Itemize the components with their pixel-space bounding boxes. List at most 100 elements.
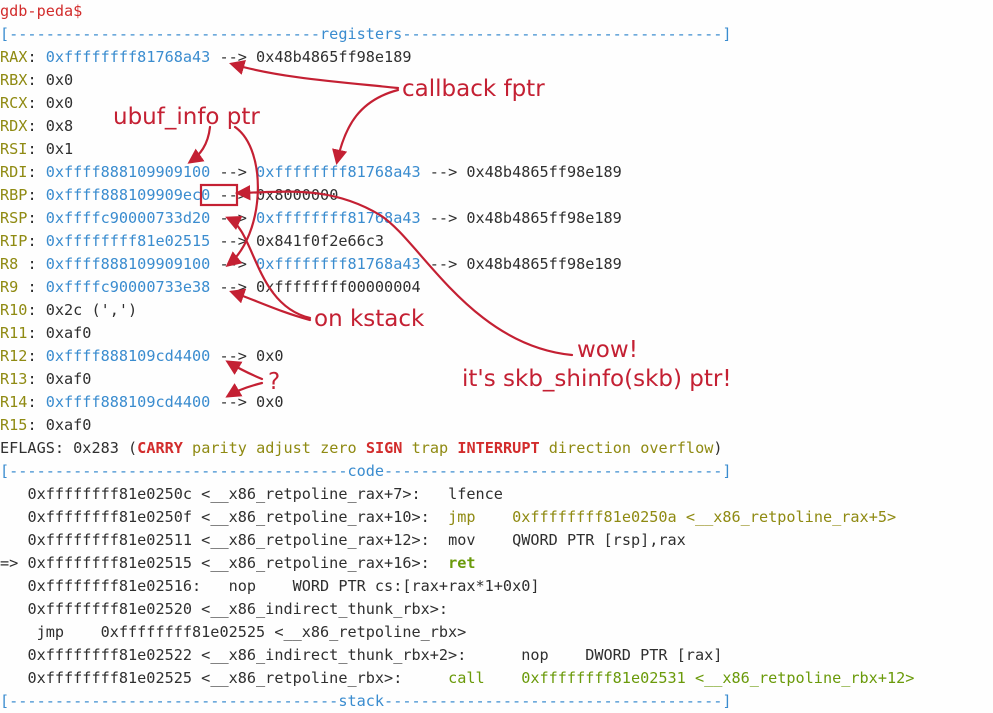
register-value: 0xffffffff81e02515: [45, 232, 211, 250]
register-name: RAX: [0, 48, 28, 66]
register-value: 0xffff888109cd4400: [45, 347, 211, 365]
code-row: 0xffffffff81e0250c <__x86_retpoline_rax+…: [0, 483, 503, 506]
deref-value: 0x841f0f2e66c3: [256, 232, 385, 250]
mnemonic: lfence: [448, 485, 503, 503]
code-row: => 0xffffffff81e02515 <__x86_retpoline_r…: [0, 552, 476, 575]
operands: DWORD PTR [rax]: [548, 646, 723, 664]
code-symbol: <__x86_retpoline_rax+10>:: [192, 508, 430, 526]
register-row-r13: R13: 0xaf0: [0, 370, 92, 388]
ubuf-arrow-to-rdi: [187, 125, 212, 164]
mnemonic: ret: [448, 554, 476, 572]
register-value: 0xffffc90000733d20: [45, 209, 211, 227]
code-address: 0xffffffff81e02515: [27, 554, 193, 572]
deref-value: 0xffffffff00000004: [256, 278, 421, 296]
flag-direction: direction: [548, 439, 632, 457]
code-address: 0xffffffff81e0250f: [27, 508, 193, 526]
deref-value: 0x48b4865ff98e189: [256, 48, 412, 66]
code-row: 0xffffffff81e0250f <__x86_retpoline_rax+…: [0, 506, 896, 529]
register-name: RDX: [0, 117, 28, 135]
register-row-rdx: RDX: 0x8: [0, 117, 74, 135]
stack-separator: [------------------------------------sta…: [0, 692, 732, 710]
register-row-rsi: RSI: 0x1: [0, 140, 74, 158]
register-value: 0xaf0: [45, 370, 92, 388]
code-address: 0xffffffff81e02522: [27, 646, 193, 664]
mnemonic: mov: [448, 531, 476, 549]
register-row-r14: R14: 0xffff888109cd4400 --> 0x0: [0, 393, 284, 411]
register-row-rax: RAX: 0xffffffff81768a43 --> 0x48b4865ff9…: [0, 48, 412, 66]
prompt-text: gdb-peda$: [0, 2, 83, 20]
register-name: RSP: [0, 209, 28, 227]
instruction: jmp 0xffffffff81e02525 <__x86_retpoline_…: [36, 623, 467, 641]
register-row-r11: R11: 0xaf0: [0, 324, 92, 342]
code-symbol: <__x86_indirect_thunk_rbx+2>:: [192, 646, 467, 664]
deref-value: 0xffffffff81768a43: [256, 255, 421, 273]
code-address: 0xffffffff81e02516:: [27, 577, 202, 595]
code-address: 0xffffffff81e02525: [27, 669, 193, 687]
mnemonic: nop: [228, 577, 257, 595]
code-row: jmp 0xffffffff81e02525 <__x86_retpoline_…: [0, 621, 467, 644]
mnemonic: jmp: [448, 508, 476, 526]
register-value: 0xaf0: [45, 416, 92, 434]
deref-value: 0xffffffff81768a43: [256, 163, 421, 181]
code-separator: [-------------------------------------co…: [0, 462, 732, 480]
operands: QWORD PTR [rsp],rax: [475, 531, 686, 549]
code-address: 0xffffffff81e02520: [27, 600, 193, 618]
flag-parity: parity: [192, 439, 247, 457]
register-value: 0xffff888109cd4400: [45, 393, 211, 411]
register-row-rip: RIP: 0xffffffff81e02515 --> 0x841f0f2e66…: [0, 232, 385, 250]
deref-value: 0x48b4865ff98e189: [466, 209, 622, 227]
eflags-row: EFLAGS: 0x283 (CARRY parity adjust zero …: [0, 439, 723, 457]
register-value: 0x0: [45, 94, 74, 112]
registers-separator-label: registers: [320, 25, 403, 43]
code-address: 0xffffffff81e02511: [27, 531, 193, 549]
code-symbol: <__x86_indirect_thunk_rbx>:: [192, 600, 449, 618]
annotation-callback-fptr: callback fptr: [402, 76, 545, 102]
register-name: RDI: [0, 163, 28, 181]
register-value: 0x1: [45, 140, 74, 158]
callback-arrow-to-rdi: [332, 88, 400, 166]
annotation-ubuf-info-ptr: ubuf_info ptr: [113, 104, 260, 130]
deref-value: 0x48b4865ff98e189: [466, 255, 622, 273]
code-row: 0xffffffff81e02525 <__x86_retpoline_rbx>…: [0, 667, 914, 690]
register-value: 0xffff888109909100: [45, 163, 211, 181]
annotation-wow: wow!: [577, 337, 638, 363]
register-row-r10: R10: 0x2c (','): [0, 301, 138, 319]
flag-carry: CARRY: [137, 439, 183, 457]
register-row-rbx: RBX: 0x0: [0, 71, 74, 89]
register-name: RIP: [0, 232, 28, 250]
register-name: R11: [0, 324, 28, 342]
code-row: 0xffffffff81e02522 <__x86_indirect_thunk…: [0, 644, 722, 667]
register-value: 0x2c (','): [45, 301, 138, 319]
current-instruction-marker: =>: [0, 554, 28, 572]
register-name: RBP: [0, 186, 28, 204]
register-row-r15: R15: 0xaf0: [0, 416, 92, 434]
register-name: R8: [0, 255, 28, 273]
code-row: 0xffffffff81e02511 <__x86_retpoline_rax+…: [0, 529, 686, 552]
code-address: 0xffffffff81e0250c: [27, 485, 193, 503]
operands: WORD PTR cs:[rax+rax*1+0x0]: [256, 577, 540, 595]
register-row-rbp: RBP: 0xffff888109909ec0 --> 0x8000000: [0, 186, 339, 204]
register-name: RBX: [0, 71, 28, 89]
register-name: RCX: [0, 94, 28, 112]
register-row-rcx: RCX: 0x0: [0, 94, 74, 112]
flag-overflow: overflow: [640, 439, 714, 457]
eflags-value: 0x283 (: [73, 439, 138, 457]
deref-value: 0x0: [256, 347, 284, 365]
flag-adjust: adjust: [256, 439, 311, 457]
register-name: R9: [0, 278, 28, 296]
register-value: 0xffff888109909ec0: [45, 186, 211, 204]
deref-value: 0xffffffff81768a43: [256, 209, 421, 227]
deref-value: 0x0: [256, 393, 284, 411]
operands: 0xffffffff81e02531 <__x86_retpoline_rbx+…: [484, 669, 915, 687]
code-row: 0xffffffff81e02516: nop WORD PTR cs:[rax…: [0, 575, 540, 598]
register-value: 0x8: [45, 117, 74, 135]
code-symbol: <__x86_retpoline_rax+16>:: [192, 554, 430, 572]
gdb-prompt: gdb-peda$: [0, 0, 82, 23]
flag-zero: zero: [320, 439, 357, 457]
register-row-rsp: RSP: 0xffffc90000733d20 --> 0xffffffff81…: [0, 209, 622, 227]
register-name: R13: [0, 370, 28, 388]
register-value: 0xffff888109909100: [45, 255, 211, 273]
eflags-label: EFLAGS:: [0, 439, 74, 457]
register-value: 0xaf0: [45, 324, 92, 342]
mnemonic: nop: [521, 646, 549, 664]
